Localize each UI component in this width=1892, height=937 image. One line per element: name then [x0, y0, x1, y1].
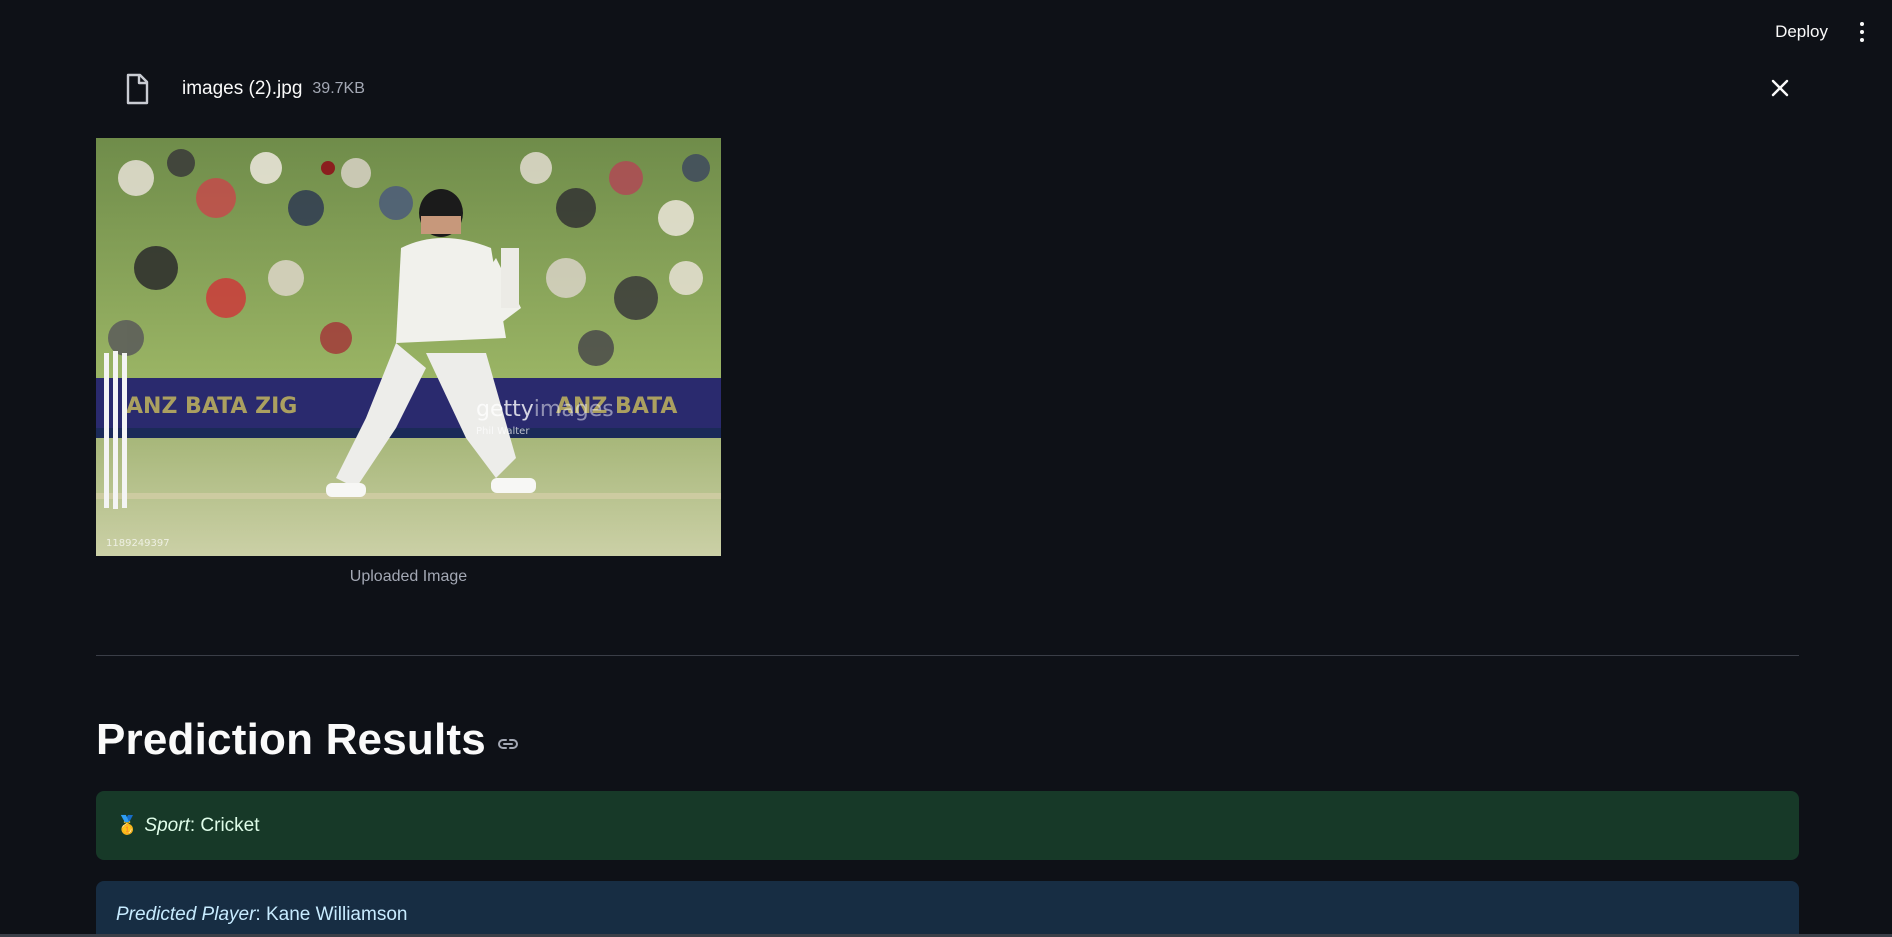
cricket-photo: ANZ BATA ZIG ANZ BATA gettyimages Phil W…	[96, 138, 721, 556]
close-icon[interactable]	[1768, 76, 1792, 100]
uploaded-image: ANZ BATA ZIG ANZ BATA gettyimages Phil W…	[96, 138, 721, 556]
app-root: Deploy images (2).jpg 39.7KB ANZ BATA ZI…	[0, 0, 1892, 937]
svg-text:ANZ BATA ZIG: ANZ BATA ZIG	[126, 394, 297, 419]
image-caption: Uploaded Image	[349, 568, 468, 585]
results-heading: Prediction Results	[96, 715, 520, 765]
sport-label: Sport	[144, 814, 190, 836]
sport-value: : Cricket	[189, 814, 260, 836]
svg-text:1189249397: 1189249397	[106, 538, 170, 549]
player-result-alert: Predicted Player : Kane Williamson	[96, 881, 1799, 937]
file-name: images (2).jpg	[182, 78, 303, 99]
deploy-button[interactable]: Deploy	[1769, 18, 1834, 46]
svg-text:Phil Walter: Phil Walter	[476, 426, 530, 437]
file-size: 39.7KB	[312, 80, 365, 97]
link-icon[interactable]	[496, 732, 520, 756]
kebab-menu-icon[interactable]	[1852, 20, 1872, 44]
medal-icon: 🥇	[116, 815, 139, 835]
sport-result-alert: 🥇 Sport : Cricket	[96, 791, 1799, 860]
uploaded-file-row: images (2).jpg 39.7KB	[122, 70, 1792, 108]
svg-text:gettyimages: gettyimages	[476, 397, 614, 422]
top-toolbar: Deploy	[1769, 18, 1872, 46]
page-title: Prediction Results	[96, 715, 486, 764]
section-divider	[96, 655, 1799, 656]
player-label: Predicted Player	[116, 904, 256, 925]
file-icon	[126, 73, 149, 105]
player-value: : Kane Williamson	[255, 904, 408, 925]
